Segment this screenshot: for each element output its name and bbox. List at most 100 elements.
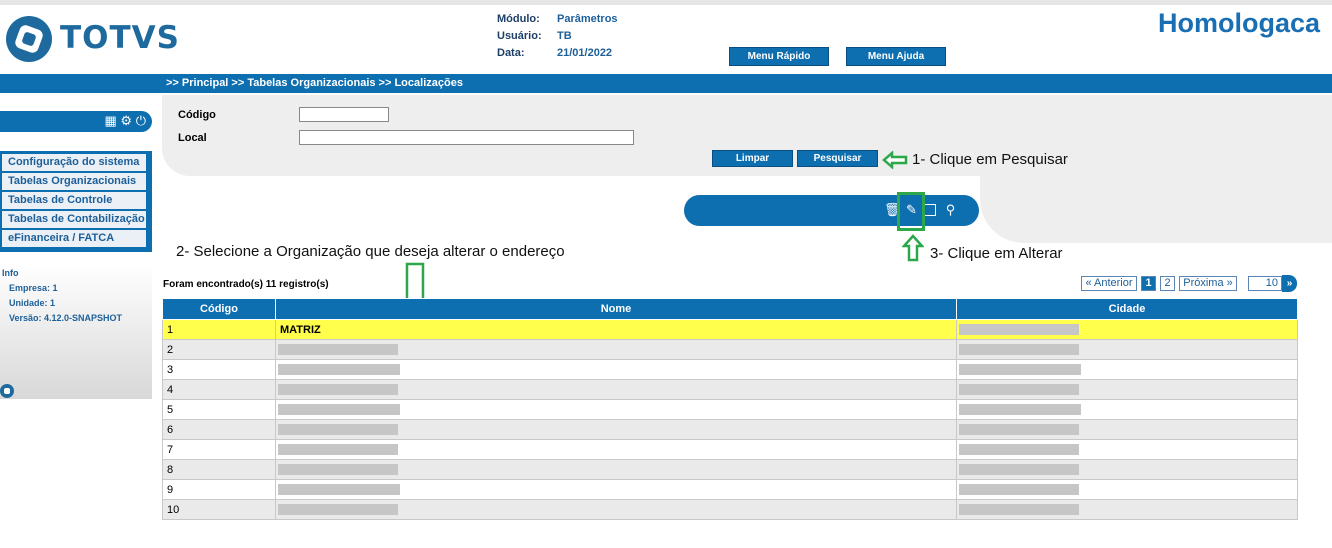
- view-detail-icon[interactable]: ⚲: [943, 202, 958, 217]
- annotation-highlight-box: [897, 192, 925, 231]
- search-panel-extension: [980, 176, 1332, 243]
- sidebar-toolbar: ▦ ⚙ ⏻: [0, 111, 152, 132]
- cell-nome: [275, 419, 957, 440]
- redacted-cidade: [959, 484, 1079, 495]
- table-row[interactable]: 3: [162, 359, 1298, 380]
- cell-cidade: [956, 319, 1298, 340]
- cell-cidade: [956, 499, 1298, 520]
- column-header-cidade[interactable]: Cidade: [956, 298, 1298, 320]
- cell-cidade: [956, 399, 1298, 420]
- page-size-input[interactable]: 10: [1248, 276, 1282, 291]
- menu-rapido-button[interactable]: Menu Rápido: [729, 47, 829, 66]
- unidade-info: Unidade: 1: [9, 298, 56, 308]
- cell-codigo: 6: [162, 419, 276, 440]
- cell-nome: MATRIZ: [275, 319, 957, 340]
- sidebar-item-tabelas-contabilizacao[interactable]: Tabelas de Contabilização: [2, 211, 146, 228]
- empresa-info: Empresa: 1: [9, 283, 58, 293]
- column-header-codigo[interactable]: Código: [162, 298, 276, 320]
- sidebar-item-tabelas-organizacionais[interactable]: Tabelas Organizacionais: [2, 173, 146, 190]
- cell-cidade: [956, 359, 1298, 380]
- breadcrumb: >> Principal >> Tabelas Organizacionais …: [166, 77, 463, 89]
- sidebar-item-tabelas-controle[interactable]: Tabelas de Controle: [2, 192, 146, 209]
- limpar-button[interactable]: Limpar: [712, 150, 793, 167]
- column-header-nome[interactable]: Nome: [275, 298, 957, 320]
- redacted-cidade: [959, 464, 1079, 475]
- logo-text: TOTVS: [60, 20, 180, 56]
- redacted-nome: [278, 464, 398, 475]
- usuario-label: Usuário:: [497, 30, 542, 42]
- pagination-page-2[interactable]: 2: [1160, 276, 1175, 291]
- cell-codigo: 9: [162, 479, 276, 500]
- pesquisar-button[interactable]: Pesquisar: [797, 150, 878, 167]
- cell-cidade: [956, 379, 1298, 400]
- cell-codigo: 1: [162, 319, 276, 340]
- redacted-cidade: [959, 444, 1079, 455]
- results-table: Código Nome Cidade 1 MATRIZ 2 3 4 5 6 7 …: [162, 298, 1298, 520]
- redacted-nome: [278, 444, 398, 455]
- new-record-icon[interactable]: [924, 204, 936, 216]
- redacted-cidade: [959, 344, 1079, 355]
- calculator-icon[interactable]: ▦: [105, 113, 117, 128]
- redacted-nome: [278, 504, 398, 515]
- cell-cidade: [956, 339, 1298, 360]
- redacted-cidade: [959, 404, 1081, 415]
- menu-ajuda-button[interactable]: Menu Ajuda: [846, 47, 946, 66]
- redacted-nome: [278, 344, 398, 355]
- cell-codigo: 4: [162, 379, 276, 400]
- versao-info: Versão: 4.12.0-SNAPSHOT: [9, 313, 123, 323]
- cell-nome: [275, 399, 957, 420]
- cell-cidade: [956, 479, 1298, 500]
- codigo-input[interactable]: [299, 107, 389, 122]
- sidebar-item-efinanceira[interactable]: eFinanceira / FATCA: [2, 230, 146, 247]
- cell-cidade: [956, 459, 1298, 480]
- cell-codigo: 7: [162, 439, 276, 460]
- sidebar-info-panel: Info Empresa: 1 Unidade: 1 Versão: 4.12.…: [0, 264, 152, 399]
- environment-title: Homologaca: [1158, 8, 1321, 38]
- modulo-value: Parâmetros: [557, 13, 618, 25]
- totvs-small-icon: [0, 384, 14, 398]
- sidebar-item-configuracao[interactable]: Configuração do sistema: [2, 154, 146, 171]
- table-row[interactable]: 2: [162, 339, 1298, 360]
- redacted-nome: [278, 364, 400, 375]
- cell-codigo: 5: [162, 399, 276, 420]
- page-size-go-icon[interactable]: »: [1282, 275, 1297, 292]
- annotation-step3: 3- Clique em Alterar: [930, 245, 1063, 262]
- sidebar-tools: ▦ ⚙ ⏻: [105, 113, 147, 129]
- annotation-arrow-up-icon: [902, 234, 924, 262]
- pagination-page-1[interactable]: 1: [1141, 276, 1156, 291]
- table-row[interactable]: 8: [162, 459, 1298, 480]
- modulo-label: Módulo:: [497, 13, 540, 25]
- redacted-cidade: [959, 384, 1079, 395]
- redacted-cidade: [959, 324, 1079, 335]
- table-row[interactable]: 7: [162, 439, 1298, 460]
- table-row[interactable]: 4: [162, 379, 1298, 400]
- annotation-step1: 1- Clique em Pesquisar: [912, 151, 1068, 168]
- top-border: [0, 0, 1332, 5]
- cell-nome: [275, 339, 957, 360]
- cell-codigo: 2: [162, 339, 276, 360]
- local-input[interactable]: [299, 130, 634, 145]
- results-count: Foram encontrado(s) 11 registro(s): [163, 279, 329, 290]
- breadcrumb-bar: >> Principal >> Tabelas Organizacionais …: [0, 74, 1332, 93]
- redacted-cidade: [959, 504, 1079, 515]
- cell-nome: [275, 379, 957, 400]
- power-icon[interactable]: ⏻: [136, 113, 146, 128]
- cell-nome: [275, 439, 957, 460]
- gear-icon[interactable]: ⚙: [120, 113, 132, 128]
- pagination-next[interactable]: Próxima »: [1179, 276, 1237, 291]
- info-title: Info: [2, 268, 19, 278]
- action-toolbar: 🗑 ✎ ⚲: [684, 195, 979, 226]
- table-row[interactable]: 10: [162, 499, 1298, 520]
- totvs-logo: TOTVS: [6, 16, 179, 66]
- table-row[interactable]: 1 MATRIZ: [162, 319, 1298, 340]
- table-row[interactable]: 9: [162, 479, 1298, 500]
- annotation-step2: 2- Selecione a Organização que deseja al…: [176, 243, 565, 260]
- cell-codigo: 3: [162, 359, 276, 380]
- redacted-cidade: [959, 364, 1081, 375]
- redacted-nome: [278, 484, 400, 495]
- annotation-arrow-left-icon: [882, 151, 908, 169]
- pagination-prev[interactable]: « Anterior: [1081, 276, 1137, 291]
- table-row[interactable]: 5: [162, 399, 1298, 420]
- cell-nome: [275, 359, 957, 380]
- table-row[interactable]: 6: [162, 419, 1298, 440]
